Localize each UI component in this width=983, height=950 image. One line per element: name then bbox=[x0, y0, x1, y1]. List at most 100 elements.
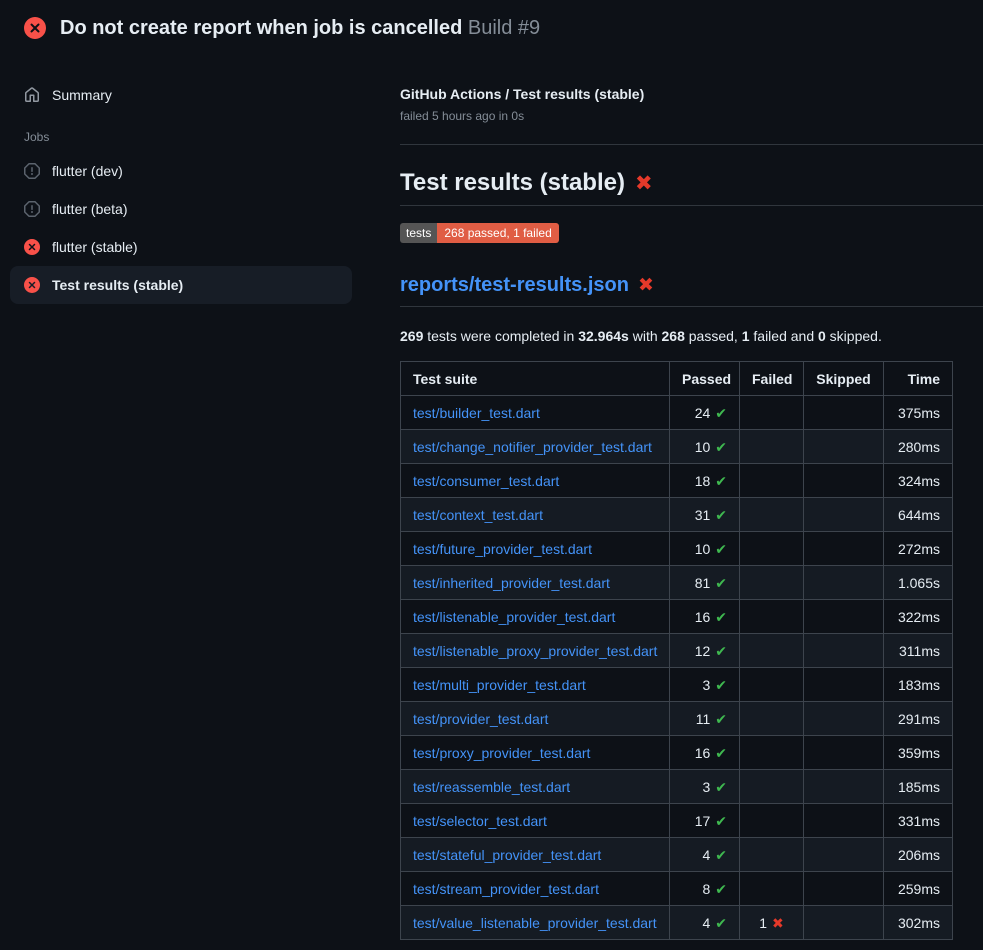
table-row: test/stateful_provider_test.dart4✔206ms bbox=[401, 838, 953, 872]
passed-cell-value: 16 bbox=[695, 745, 711, 761]
suite-link[interactable]: test/stateful_provider_test.dart bbox=[413, 847, 601, 863]
time-cell: 280ms bbox=[884, 430, 953, 464]
total-count: 269 bbox=[400, 328, 423, 344]
suite-link[interactable]: test/provider_test.dart bbox=[413, 711, 548, 727]
time-cell: 1.065s bbox=[884, 566, 953, 600]
passed-cell-value: 17 bbox=[695, 813, 711, 829]
passed-cell-value: 3 bbox=[702, 677, 710, 693]
job-status-line: failed 5 hours ago in 0s bbox=[400, 109, 983, 123]
report-link[interactable]: reports/test-results.json bbox=[400, 274, 629, 296]
suite-link[interactable]: test/listenable_proxy_provider_test.dart bbox=[413, 643, 657, 659]
failed-cell bbox=[740, 838, 804, 872]
time-cell: 291ms bbox=[884, 702, 953, 736]
passed-cell: 16✔ bbox=[670, 600, 740, 634]
section-title-text: Test results (stable) bbox=[400, 169, 625, 196]
skipped-cell bbox=[804, 600, 884, 634]
suite-cell: test/consumer_test.dart bbox=[401, 464, 670, 498]
time-cell-value: 324ms bbox=[898, 473, 940, 489]
passed-cell-value: 31 bbox=[695, 507, 711, 523]
check-icon: ✔ bbox=[715, 677, 727, 693]
job-label: flutter (dev) bbox=[52, 163, 123, 179]
passed-cell: 3✔ bbox=[670, 668, 740, 702]
suite-cell: test/stream_provider_test.dart bbox=[401, 872, 670, 906]
summary-text: with bbox=[629, 328, 662, 344]
sidebar-item-test-results-stable[interactable]: Test results (stable) bbox=[10, 266, 352, 304]
tests-badge: tests 268 passed, 1 failed bbox=[400, 223, 559, 243]
suite-link[interactable]: test/reassemble_test.dart bbox=[413, 779, 570, 795]
sidebar-item-flutter-beta[interactable]: flutter (beta) bbox=[10, 190, 352, 228]
workflow-run-page: Do not create report when job is cancell… bbox=[0, 0, 983, 940]
check-icon: ✔ bbox=[715, 847, 727, 863]
check-icon: ✔ bbox=[715, 813, 727, 829]
suite-link[interactable]: test/selector_test.dart bbox=[413, 813, 547, 829]
suite-link[interactable]: test/proxy_provider_test.dart bbox=[413, 745, 590, 761]
table-row: test/future_provider_test.dart10✔272ms bbox=[401, 532, 953, 566]
time-cell: 302ms bbox=[884, 906, 953, 940]
time-cell: 324ms bbox=[884, 464, 953, 498]
skipped-cell bbox=[804, 532, 884, 566]
check-icon: ✔ bbox=[715, 439, 727, 455]
failed-cell bbox=[740, 804, 804, 838]
build-number: Build #9 bbox=[468, 17, 540, 39]
time-cell: 331ms bbox=[884, 804, 953, 838]
time-cell: 322ms bbox=[884, 600, 953, 634]
suite-cell: test/listenable_proxy_provider_test.dart bbox=[401, 634, 670, 668]
time-cell-value: 259ms bbox=[898, 881, 940, 897]
skipped-cell bbox=[804, 668, 884, 702]
table-row: test/consumer_test.dart18✔324ms bbox=[401, 464, 953, 498]
sidebar-item-summary[interactable]: Summary bbox=[10, 76, 352, 114]
suite-link[interactable]: test/builder_test.dart bbox=[413, 405, 540, 421]
skipped-cell bbox=[804, 430, 884, 464]
table-header-row: Test suite Passed Failed Skipped Time bbox=[401, 362, 953, 396]
skipped-cell bbox=[804, 804, 884, 838]
sidebar-item-flutter-stable[interactable]: flutter (stable) bbox=[10, 228, 352, 266]
failed-cell: 1✖ bbox=[740, 906, 804, 940]
breadcrumb: GitHub Actions / Test results (stable) bbox=[400, 86, 983, 102]
time-cell: 272ms bbox=[884, 532, 953, 566]
suite-cell: test/future_provider_test.dart bbox=[401, 532, 670, 566]
x-icon: ✖ bbox=[772, 915, 784, 931]
suite-link[interactable]: test/listenable_provider_test.dart bbox=[413, 609, 615, 625]
suite-link[interactable]: test/multi_provider_test.dart bbox=[413, 677, 586, 693]
failed-count: 1 bbox=[742, 328, 750, 344]
table-row: test/selector_test.dart 17✔ 331ms bbox=[401, 804, 953, 838]
passed-cell: 24✔ bbox=[670, 396, 740, 430]
total-time: 32.964s bbox=[578, 328, 629, 344]
time-cell: 185ms bbox=[884, 770, 953, 804]
results-table: Test suite Passed Failed Skipped Time te… bbox=[400, 361, 953, 940]
sidebar: Summary Jobs flutter (dev) flutter (beta)… bbox=[10, 76, 352, 304]
failed-cell bbox=[740, 668, 804, 702]
jobs-section-label: Jobs bbox=[24, 130, 352, 144]
suite-cell: test/inherited_provider_test.dart bbox=[401, 566, 670, 600]
suite-link[interactable]: test/inherited_provider_test.dart bbox=[413, 575, 610, 591]
suite-cell: test/builder_test.dart bbox=[401, 396, 670, 430]
summary-text: passed, bbox=[685, 328, 742, 344]
sidebar-item-flutter-dev[interactable]: flutter (dev) bbox=[10, 152, 352, 190]
suite-link[interactable]: test/consumer_test.dart bbox=[413, 473, 559, 489]
suite-link[interactable]: test/future_provider_test.dart bbox=[413, 541, 592, 557]
summary-text: skipped. bbox=[826, 328, 882, 344]
suite-link[interactable]: test/stream_provider_test.dart bbox=[413, 881, 599, 897]
failed-icon bbox=[24, 239, 40, 255]
passed-cell: 11✔ bbox=[670, 702, 740, 736]
time-cell-value: 302ms bbox=[898, 915, 940, 931]
time-cell-value: 644ms bbox=[898, 507, 940, 523]
passed-cell: 8✔ bbox=[670, 872, 740, 906]
suite-link[interactable]: test/value_listenable_provider_test.dart bbox=[413, 915, 657, 931]
suite-cell: test/provider_test.dart bbox=[401, 702, 670, 736]
suite-link[interactable]: test/context_test.dart bbox=[413, 507, 543, 523]
suite-cell: test/reassemble_test.dart bbox=[401, 770, 670, 804]
table-row: test/builder_test.dart24✔375ms bbox=[401, 396, 953, 430]
failed-cell bbox=[740, 872, 804, 906]
failed-icon bbox=[24, 277, 40, 293]
failed-cell bbox=[740, 566, 804, 600]
check-icon: ✔ bbox=[715, 711, 727, 727]
column-header-passed: Passed bbox=[670, 362, 740, 396]
suite-link[interactable]: test/change_notifier_provider_test.dart bbox=[413, 439, 652, 455]
time-cell-value: 359ms bbox=[898, 745, 940, 761]
job-label: Test results (stable) bbox=[52, 277, 183, 293]
skipped-cell bbox=[804, 770, 884, 804]
skipped-cell bbox=[804, 702, 884, 736]
tests-badge-value: 268 passed, 1 failed bbox=[437, 223, 558, 243]
table-row: test/stream_provider_test.dart 8✔ 259ms bbox=[401, 872, 953, 906]
